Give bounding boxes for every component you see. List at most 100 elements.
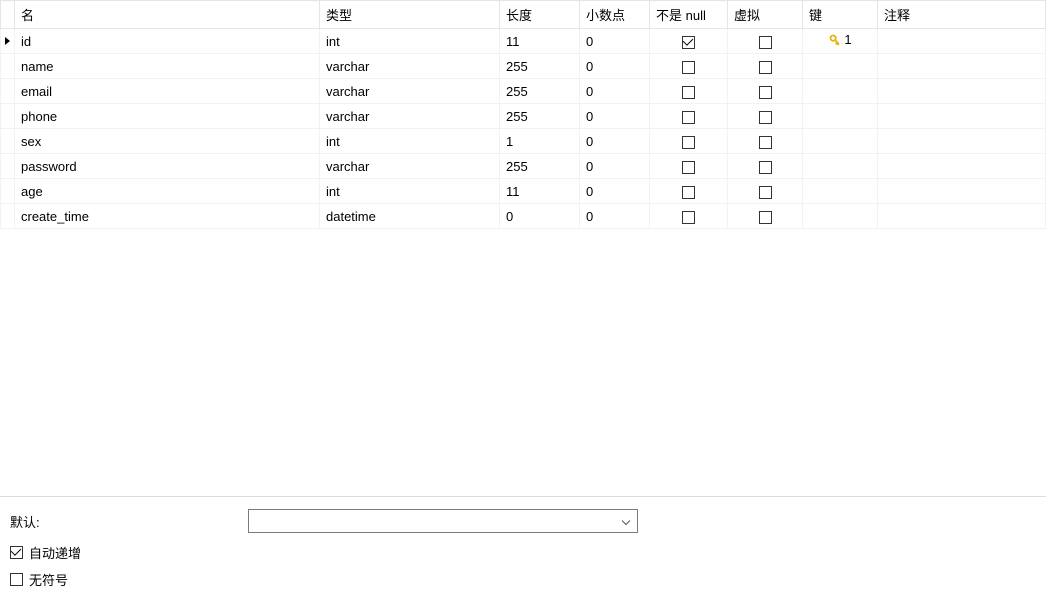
table-row[interactable]: passwordvarchar2550 <box>1 154 1046 179</box>
cell-decimal[interactable]: 0 <box>580 104 650 129</box>
cell-decimal[interactable]: 0 <box>580 204 650 229</box>
cell-length[interactable]: 255 <box>500 79 580 104</box>
table-row[interactable]: namevarchar2550 <box>1 54 1046 79</box>
cell-key[interactable] <box>803 129 878 154</box>
virtual-checkbox[interactable] <box>759 86 772 99</box>
cell-key[interactable]: 1 <box>803 29 878 54</box>
cell-notnull[interactable] <box>650 129 728 154</box>
header-type[interactable]: 类型 <box>320 1 500 29</box>
cell-key[interactable] <box>803 154 878 179</box>
virtual-checkbox[interactable] <box>759 161 772 174</box>
cell-name[interactable]: create_time <box>15 204 320 229</box>
cell-virtual[interactable] <box>728 54 803 79</box>
header-name[interactable]: 名 <box>15 1 320 29</box>
notnull-checkbox[interactable] <box>682 86 695 99</box>
table-row[interactable]: create_timedatetime00 <box>1 204 1046 229</box>
cell-type[interactable]: varchar <box>320 104 500 129</box>
header-key[interactable]: 键 <box>803 1 878 29</box>
cell-length[interactable]: 0 <box>500 204 580 229</box>
notnull-checkbox[interactable] <box>682 61 695 74</box>
cell-key[interactable] <box>803 104 878 129</box>
cell-comment[interactable] <box>878 204 1046 229</box>
table-row[interactable]: ageint110 <box>1 179 1046 204</box>
cell-virtual[interactable] <box>728 154 803 179</box>
header-decimal[interactable]: 小数点 <box>580 1 650 29</box>
cell-comment[interactable] <box>878 154 1046 179</box>
notnull-checkbox[interactable] <box>682 211 695 224</box>
header-comment[interactable]: 注释 <box>878 1 1046 29</box>
cell-comment[interactable] <box>878 104 1046 129</box>
header-notnull[interactable]: 不是 null <box>650 1 728 29</box>
cell-notnull[interactable] <box>650 154 728 179</box>
cell-name[interactable]: age <box>15 179 320 204</box>
cell-type[interactable]: datetime <box>320 204 500 229</box>
virtual-checkbox[interactable] <box>759 36 772 49</box>
cell-name[interactable]: sex <box>15 129 320 154</box>
auto-increment-row[interactable]: 自动递增 <box>10 543 1036 562</box>
cell-notnull[interactable] <box>650 29 728 54</box>
cell-comment[interactable] <box>878 29 1046 54</box>
cell-virtual[interactable] <box>728 104 803 129</box>
cell-virtual[interactable] <box>728 179 803 204</box>
cell-decimal[interactable]: 0 <box>580 154 650 179</box>
cell-decimal[interactable]: 0 <box>580 179 650 204</box>
cell-type[interactable]: varchar <box>320 79 500 104</box>
cell-length[interactable]: 255 <box>500 54 580 79</box>
table-row[interactable]: emailvarchar2550 <box>1 79 1046 104</box>
notnull-checkbox[interactable] <box>682 161 695 174</box>
cell-decimal[interactable]: 0 <box>580 79 650 104</box>
cell-notnull[interactable] <box>650 204 728 229</box>
cell-virtual[interactable] <box>728 29 803 54</box>
cell-key[interactable] <box>803 179 878 204</box>
cell-comment[interactable] <box>878 179 1046 204</box>
cell-virtual[interactable] <box>728 79 803 104</box>
cell-type[interactable]: varchar <box>320 54 500 79</box>
cell-key[interactable] <box>803 79 878 104</box>
cell-comment[interactable] <box>878 129 1046 154</box>
cell-decimal[interactable]: 0 <box>580 29 650 54</box>
cell-comment[interactable] <box>878 54 1046 79</box>
cell-name[interactable]: email <box>15 79 320 104</box>
cell-length[interactable]: 1 <box>500 129 580 154</box>
cell-type[interactable]: int <box>320 29 500 54</box>
table-row[interactable]: sexint10 <box>1 129 1046 154</box>
cell-key[interactable] <box>803 54 878 79</box>
cell-name[interactable]: phone <box>15 104 320 129</box>
default-select[interactable] <box>248 509 638 533</box>
table-row[interactable]: idint110 1 <box>1 29 1046 54</box>
cell-notnull[interactable] <box>650 79 728 104</box>
cell-name[interactable]: id <box>15 29 320 54</box>
header-length[interactable]: 长度 <box>500 1 580 29</box>
cell-decimal[interactable]: 0 <box>580 129 650 154</box>
cell-length[interactable]: 11 <box>500 29 580 54</box>
cell-notnull[interactable] <box>650 54 728 79</box>
notnull-checkbox[interactable] <box>682 111 695 124</box>
notnull-checkbox[interactable] <box>682 36 695 49</box>
virtual-checkbox[interactable] <box>759 211 772 224</box>
virtual-checkbox[interactable] <box>759 186 772 199</box>
cell-length[interactable]: 255 <box>500 154 580 179</box>
virtual-checkbox[interactable] <box>759 111 772 124</box>
cell-name[interactable]: name <box>15 54 320 79</box>
cell-type[interactable]: varchar <box>320 154 500 179</box>
unsigned-row[interactable]: 无符号 <box>10 570 1036 589</box>
cell-length[interactable]: 255 <box>500 104 580 129</box>
auto-increment-checkbox[interactable] <box>10 546 23 559</box>
cell-virtual[interactable] <box>728 204 803 229</box>
virtual-checkbox[interactable] <box>759 61 772 74</box>
virtual-checkbox[interactable] <box>759 136 772 149</box>
cell-decimal[interactable]: 0 <box>580 54 650 79</box>
cell-type[interactable]: int <box>320 129 500 154</box>
cell-notnull[interactable] <box>650 104 728 129</box>
cell-comment[interactable] <box>878 79 1046 104</box>
unsigned-checkbox[interactable] <box>10 573 23 586</box>
cell-virtual[interactable] <box>728 129 803 154</box>
cell-type[interactable]: int <box>320 179 500 204</box>
cell-length[interactable]: 11 <box>500 179 580 204</box>
cell-notnull[interactable] <box>650 179 728 204</box>
header-virtual[interactable]: 虚拟 <box>728 1 803 29</box>
notnull-checkbox[interactable] <box>682 186 695 199</box>
cell-key[interactable] <box>803 204 878 229</box>
table-row[interactable]: phonevarchar2550 <box>1 104 1046 129</box>
notnull-checkbox[interactable] <box>682 136 695 149</box>
